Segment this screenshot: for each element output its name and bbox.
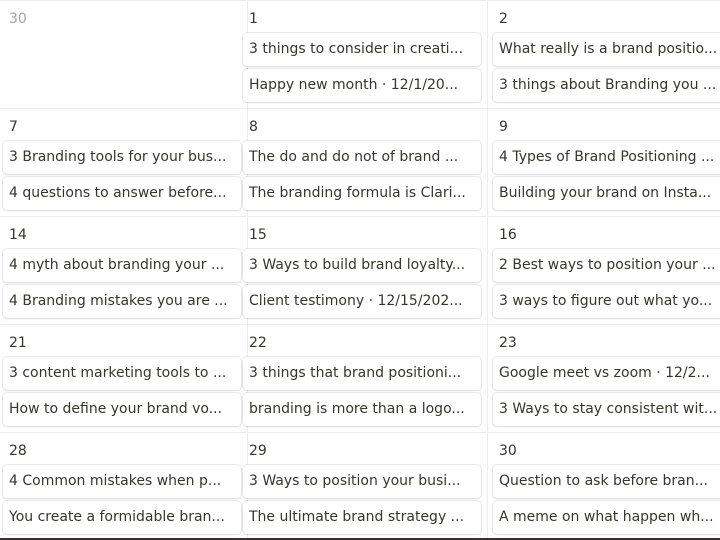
day-number: 16 [499, 227, 517, 243]
calendar-page-card[interactable]: 3 things about Branding you ... [493, 69, 720, 102]
calendar-day-cell[interactable]: 30 [0, 0, 248, 108]
calendar-day-cell[interactable]: 9 4 Types of Brand Positioning ... Buildin… [488, 108, 720, 216]
calendar-page-card[interactable]: 4 Branding mistakes you are ... [3, 285, 241, 318]
calendar-day-cell[interactable]: 2 What really is a brand positio... 3 thin… [488, 0, 720, 108]
calendar-page-card[interactable]: The branding formula is Clari... [243, 177, 481, 210]
calendar-day-cell[interactable]: 14 4 myth about branding your ... 4 Brandi… [0, 216, 248, 324]
calendar-day-cell[interactable]: 8 The do and do not of brand ... The brand… [238, 108, 488, 216]
calendar-day-cell[interactable]: 29 3 Ways to position your busi... The ult… [238, 432, 488, 540]
calendar-page-card[interactable]: 3 Ways to build brand loyalty... [243, 249, 481, 282]
calendar-week-row: 7 3 Branding tools for your bus... 4 quest… [0, 108, 720, 216]
day-number: 21 [9, 335, 27, 351]
calendar-page-card[interactable]: Google meet vs zoom · 12/2... [493, 357, 720, 390]
calendar-page-card[interactable]: 4 myth about branding your ... [3, 249, 241, 282]
calendar-page-card[interactable]: 3 content marketing tools to ... [3, 357, 241, 390]
calendar-page-card[interactable]: Question to ask before bran... [493, 465, 720, 498]
calendar-page-card[interactable]: 3 ways to figure out what yo... [493, 285, 720, 318]
day-number: 2 [499, 11, 508, 27]
day-number: 9 [499, 119, 508, 135]
calendar-page-card[interactable]: Happy new month · 12/1/20... [243, 69, 481, 102]
calendar-page-card[interactable]: How to define your brand vo... [3, 393, 241, 426]
calendar-page-card[interactable]: Building your brand on Insta... [493, 177, 720, 210]
calendar-page-card[interactable]: 3 Ways to position your busi... [243, 465, 481, 498]
calendar-week-row: 14 4 myth about branding your ... 4 Brandi… [0, 216, 720, 324]
calendar-page-card[interactable]: A meme on what happen wh... [493, 501, 720, 534]
calendar-page-card[interactable]: What really is a brand positio... [493, 33, 720, 66]
day-number: 15 [249, 227, 267, 243]
calendar-page-card[interactable]: 3 Branding tools for your bus... [3, 141, 241, 174]
day-number: 22 [249, 335, 267, 351]
day-number: 7 [9, 119, 18, 135]
calendar-month-grid: 30 1 3 things to consider in creati... Happ… [0, 0, 720, 540]
calendar-page-card[interactable]: 4 Common mistakes when p... [3, 465, 241, 498]
calendar-day-cell[interactable]: 1 3 things to consider in creati... Happy … [238, 0, 488, 108]
calendar-page-card[interactable]: 4 questions to answer before... [3, 177, 241, 210]
calendar-day-cell[interactable]: 15 3 Ways to build brand loyalty... Client… [238, 216, 488, 324]
calendar-page-card[interactable]: 4 Types of Brand Positioning ... [493, 141, 720, 174]
calendar-page-card[interactable]: Client testimony · 12/15/202... [243, 285, 481, 318]
day-number: 14 [9, 227, 27, 243]
day-number: 23 [499, 335, 517, 351]
calendar-page-card[interactable]: 3 things that brand positioni... [243, 357, 481, 390]
calendar-week-row: 30 1 3 things to consider in creati... Happ… [0, 0, 720, 108]
day-number: 28 [9, 443, 27, 459]
calendar-week-row: 21 3 content marketing tools to ... How to… [0, 324, 720, 432]
calendar-day-cell[interactable]: 23 Google meet vs zoom · 12/2... 3 Ways to… [488, 324, 720, 432]
calendar-day-cell[interactable]: 30 Question to ask before bran... A meme o… [488, 432, 720, 540]
day-number: 1 [249, 11, 258, 27]
day-number: 30 [9, 11, 27, 27]
calendar-page-card[interactable]: 2 Best ways to position your ... [493, 249, 720, 282]
calendar-day-cell[interactable]: 7 3 Branding tools for your bus... 4 quest… [0, 108, 248, 216]
calendar-page-card[interactable]: The do and do not of brand ... [243, 141, 481, 174]
calendar-page-card[interactable]: You create a formidable bran... [3, 501, 241, 534]
calendar-page-card[interactable]: 3 Ways to stay consistent wit... [493, 393, 720, 426]
calendar-week-row: 28 4 Common mistakes when p... You create … [0, 432, 720, 540]
calendar-day-cell[interactable]: 16 2 Best ways to position your ... 3 ways… [488, 216, 720, 324]
calendar-page-card[interactable]: The ultimate brand strategy ... [243, 501, 481, 534]
calendar-page-card[interactable]: branding is more than a logo... [243, 393, 481, 426]
calendar-day-cell[interactable]: 22 3 things that brand positioni... brandi… [238, 324, 488, 432]
day-number: 29 [249, 443, 267, 459]
day-number: 8 [249, 119, 258, 135]
calendar-day-cell[interactable]: 28 4 Common mistakes when p... You create … [0, 432, 248, 540]
calendar-day-cell[interactable]: 21 3 content marketing tools to ... How to… [0, 324, 248, 432]
day-number: 30 [499, 443, 517, 459]
calendar-page-card[interactable]: 3 things to consider in creati... [243, 33, 481, 66]
